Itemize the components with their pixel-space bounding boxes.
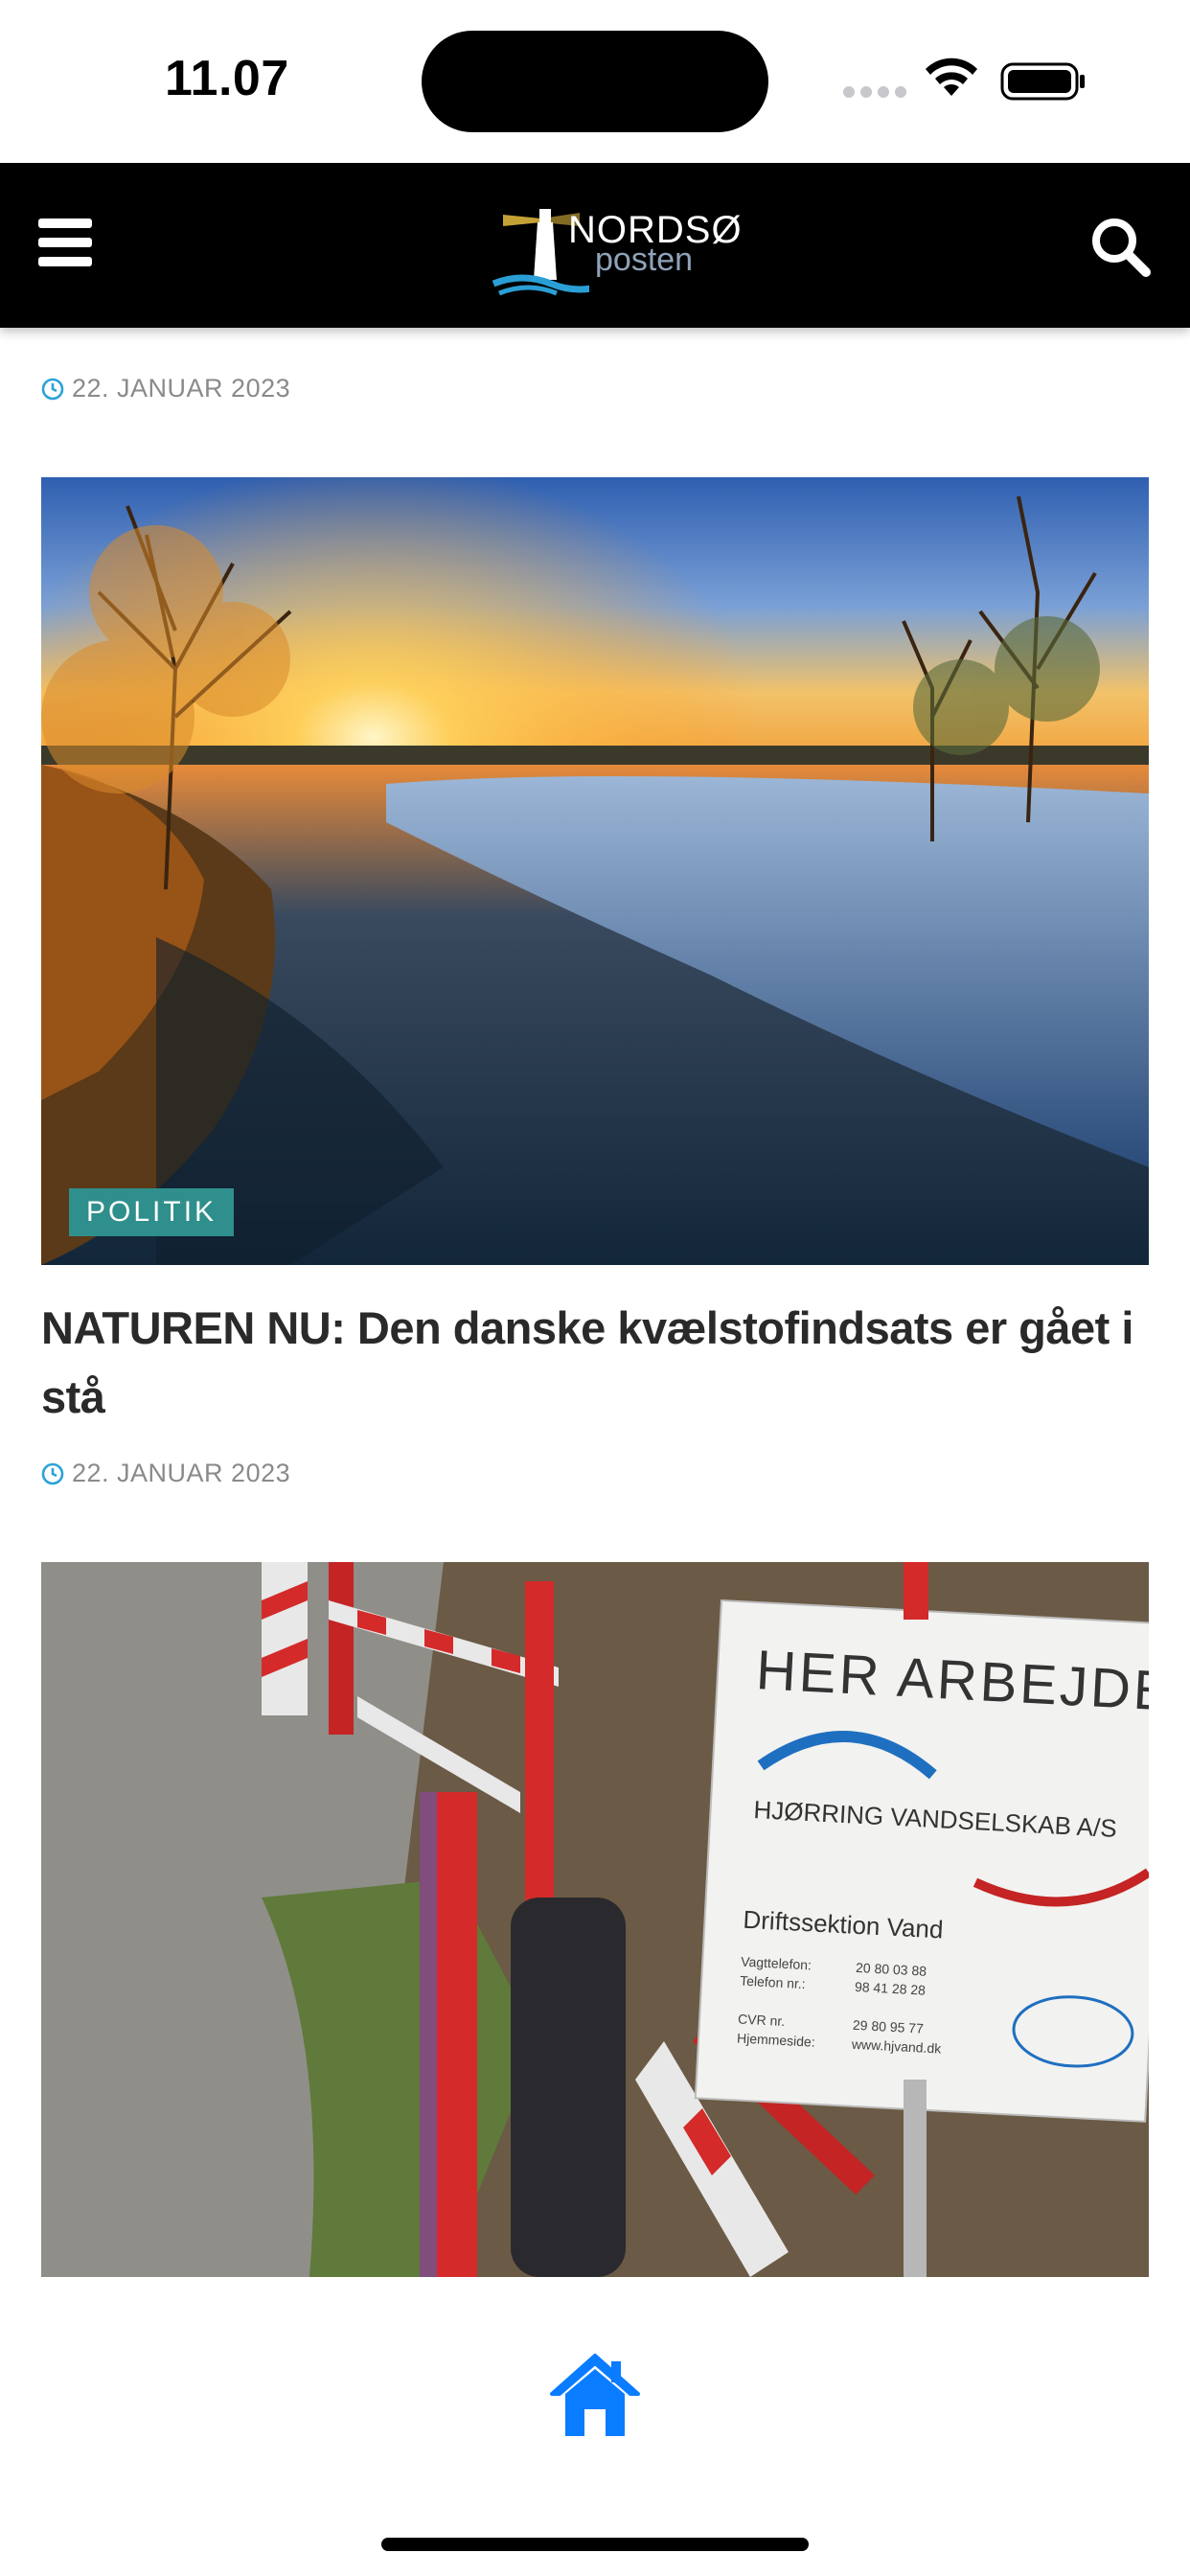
clock-icon	[41, 378, 64, 400]
sunset-marsh-image	[41, 477, 1149, 1265]
status-time: 11.07	[165, 51, 289, 106]
status-bar: 11.07	[0, 0, 1190, 163]
category-badge[interactable]: POLITIK	[69, 1188, 235, 1236]
svg-text:CVR nr.: CVR nr.	[738, 2012, 786, 2030]
menu-icon[interactable]	[38, 218, 96, 266]
dynamic-island	[422, 31, 768, 132]
wifi-icon	[926, 58, 977, 96]
clock-icon	[41, 1462, 64, 1484]
home-indicator[interactable]	[381, 2538, 809, 2551]
home-icon[interactable]	[548, 2352, 642, 2440]
search-icon[interactable]	[1088, 215, 1152, 278]
site-header: NORDSØ posten	[0, 163, 1190, 328]
article-image[interactable]: HER ARBEJDE HJØRRING VANDSELSKAB A/S Dri…	[41, 1562, 1149, 2277]
article-date-text: 22. JANUAR 2023	[72, 1459, 291, 1487]
article-title[interactable]: NATUREN NU: Den danske kvælstofindsats e…	[41, 1294, 1153, 1432]
article-date: 22. JANUAR 2023	[41, 374, 290, 403]
site-logo[interactable]: NORDSØ posten	[484, 192, 742, 297]
article-date-text: 22. JANUAR 2023	[72, 374, 291, 402]
cellular-signal-icon	[843, 86, 906, 98]
screen: 11.07 NORDSØ posten 22. JANUAR 2023 POLI…	[0, 0, 1190, 2576]
article-date: 22. JANUAR 2023	[41, 1459, 290, 1488]
bottom-nav	[0, 2281, 1190, 2576]
logo-wordmark-bottom: posten	[595, 242, 694, 278]
battery-icon	[1000, 62, 1085, 101]
article-image[interactable]: POLITIK	[41, 477, 1149, 1265]
roadwork-image: HER ARBEJDE HJØRRING VANDSELSKAB A/S Dri…	[41, 1562, 1149, 2277]
